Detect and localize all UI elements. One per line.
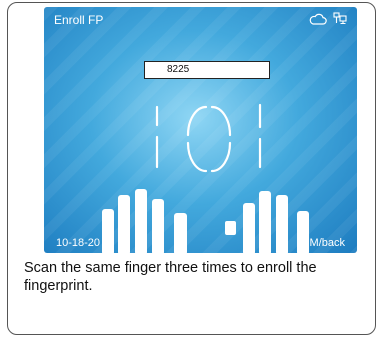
hands-icon bbox=[94, 187, 314, 253]
screen-title: Enroll FP bbox=[54, 13, 104, 27]
device-screen: Enroll FP 8225 10-18-20 M/back bbox=[44, 7, 357, 253]
back-hint: M/back bbox=[309, 237, 345, 249]
instruction-text: Scan the same finger three times to enro… bbox=[24, 260, 317, 294]
status-bar bbox=[309, 11, 347, 30]
panel-frame: Enroll FP 8225 10-18-20 M/back Scan the … bbox=[7, 2, 376, 335]
network-icon bbox=[333, 11, 347, 30]
cloud-icon bbox=[309, 12, 327, 30]
fingerprint-progress-icon bbox=[148, 99, 268, 184]
user-id-field: 8225 bbox=[144, 61, 270, 79]
